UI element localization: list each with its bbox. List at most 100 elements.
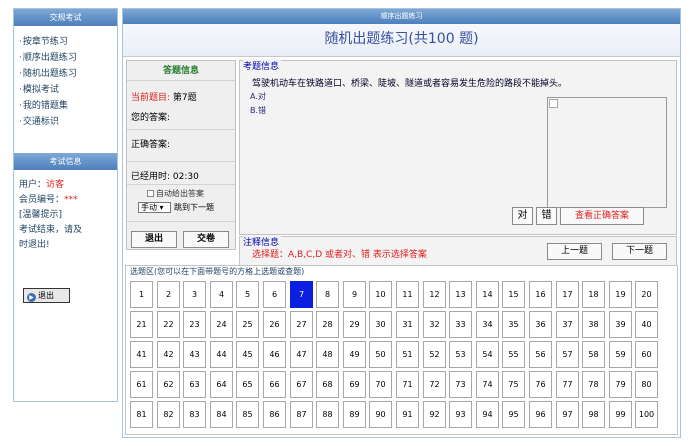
question-number-cell[interactable]: 35 xyxy=(502,311,525,338)
question-number-cell[interactable]: 6 xyxy=(263,281,286,308)
question-number-cell[interactable]: 17 xyxy=(556,281,579,308)
auto-answer-checkbox[interactable] xyxy=(147,190,154,197)
next-question-button[interactable]: 下一题 xyxy=(612,243,667,260)
question-number-cell[interactable]: 41 xyxy=(130,341,153,368)
question-number-cell[interactable]: 69 xyxy=(343,371,366,398)
question-number-cell[interactable]: 92 xyxy=(423,401,446,428)
question-number-cell[interactable]: 12 xyxy=(423,281,446,308)
question-number-cell[interactable]: 24 xyxy=(210,311,233,338)
question-number-cell[interactable]: 91 xyxy=(396,401,419,428)
question-number-cell[interactable]: 32 xyxy=(423,311,446,338)
question-number-cell[interactable]: 23 xyxy=(183,311,206,338)
submit-paper-button[interactable]: 交卷 xyxy=(183,231,229,248)
question-number-cell[interactable]: 40 xyxy=(635,311,658,338)
question-number-cell[interactable]: 27 xyxy=(290,311,313,338)
question-number-cell[interactable]: 48 xyxy=(316,341,339,368)
question-number-cell[interactable]: 95 xyxy=(502,401,525,428)
question-number-cell[interactable]: 80 xyxy=(635,371,658,398)
question-number-cell[interactable]: 85 xyxy=(236,401,259,428)
question-number-cell[interactable]: 52 xyxy=(423,341,446,368)
question-number-cell[interactable]: 94 xyxy=(476,401,499,428)
question-number-cell[interactable]: 70 xyxy=(369,371,392,398)
question-number-cell[interactable]: 15 xyxy=(502,281,525,308)
question-number-cell[interactable]: 56 xyxy=(529,341,552,368)
question-number-cell[interactable]: 78 xyxy=(582,371,605,398)
exit-button[interactable]: 退出 xyxy=(131,231,177,248)
question-number-cell[interactable]: 8 xyxy=(316,281,339,308)
question-number-cell[interactable]: 31 xyxy=(396,311,419,338)
question-number-cell[interactable]: 63 xyxy=(183,371,206,398)
answer-true-button[interactable]: 对 xyxy=(512,207,533,225)
question-number-cell[interactable]: 66 xyxy=(263,371,286,398)
question-number-cell[interactable]: 87 xyxy=(290,401,313,428)
jump-mode-select[interactable]: 手动 ▾ xyxy=(138,202,171,213)
question-number-cell[interactable]: 21 xyxy=(130,311,153,338)
question-number-cell[interactable]: 5 xyxy=(236,281,259,308)
question-number-cell[interactable]: 36 xyxy=(529,311,552,338)
question-number-cell[interactable]: 65 xyxy=(236,371,259,398)
question-number-cell[interactable]: 83 xyxy=(183,401,206,428)
auto-answer-option[interactable]: 自动给出答案 xyxy=(147,188,204,199)
show-correct-answer-button[interactable]: 查看正确答案 xyxy=(560,207,644,225)
nav-item-chapter-practice[interactable]: ·按章节练习 xyxy=(19,34,117,50)
question-number-cell[interactable]: 28 xyxy=(316,311,339,338)
question-number-cell[interactable]: 29 xyxy=(343,311,366,338)
question-number-cell[interactable]: 45 xyxy=(236,341,259,368)
question-number-cell[interactable]: 2 xyxy=(157,281,180,308)
question-number-cell[interactable]: 67 xyxy=(290,371,313,398)
nav-item-random-practice[interactable]: ·随机出题练习 xyxy=(19,66,117,82)
question-number-cell[interactable]: 3 xyxy=(183,281,206,308)
question-number-cell[interactable]: 58 xyxy=(582,341,605,368)
question-number-cell[interactable]: 50 xyxy=(369,341,392,368)
question-number-cell[interactable]: 38 xyxy=(582,311,605,338)
question-number-cell[interactable]: 53 xyxy=(449,341,472,368)
question-number-cell[interactable]: 20 xyxy=(635,281,658,308)
question-number-cell[interactable]: 11 xyxy=(396,281,419,308)
question-number-cell[interactable]: 100 xyxy=(635,401,658,428)
question-number-cell[interactable]: 57 xyxy=(556,341,579,368)
question-number-cell[interactable]: 81 xyxy=(130,401,153,428)
question-number-cell[interactable]: 73 xyxy=(449,371,472,398)
question-number-cell[interactable]: 19 xyxy=(609,281,632,308)
question-number-cell[interactable]: 89 xyxy=(343,401,366,428)
question-number-cell[interactable]: 13 xyxy=(449,281,472,308)
question-number-cell[interactable]: 88 xyxy=(316,401,339,428)
question-number-cell[interactable]: 62 xyxy=(157,371,180,398)
question-number-cell[interactable]: 47 xyxy=(290,341,313,368)
question-number-cell[interactable]: 22 xyxy=(157,311,180,338)
question-number-cell[interactable]: 39 xyxy=(609,311,632,338)
question-number-cell[interactable]: 10 xyxy=(369,281,392,308)
question-number-cell[interactable]: 42 xyxy=(157,341,180,368)
question-number-cell[interactable]: 77 xyxy=(556,371,579,398)
answer-false-button[interactable]: 错 xyxy=(536,207,557,225)
question-number-cell[interactable]: 46 xyxy=(263,341,286,368)
question-number-cell[interactable]: 86 xyxy=(263,401,286,428)
prev-question-button[interactable]: 上一题 xyxy=(547,243,602,260)
question-number-cell[interactable]: 1 xyxy=(130,281,153,308)
question-number-cell[interactable]: 76 xyxy=(529,371,552,398)
sidebar-exit-button[interactable]: ▶ 退出 xyxy=(23,288,70,303)
nav-item-sequential-practice[interactable]: ·顺序出题练习 xyxy=(19,50,117,66)
question-number-cell[interactable]: 33 xyxy=(449,311,472,338)
question-number-cell[interactable]: 82 xyxy=(157,401,180,428)
question-number-cell[interactable]: 61 xyxy=(130,371,153,398)
question-number-cell[interactable]: 30 xyxy=(369,311,392,338)
question-number-cell[interactable]: 25 xyxy=(236,311,259,338)
question-number-cell[interactable]: 55 xyxy=(502,341,525,368)
nav-item-mock-exam[interactable]: ·模拟考试 xyxy=(19,82,117,98)
question-number-cell[interactable]: 14 xyxy=(476,281,499,308)
question-number-cell[interactable]: 49 xyxy=(343,341,366,368)
question-number-cell[interactable]: 37 xyxy=(556,311,579,338)
question-number-cell[interactable]: 98 xyxy=(582,401,605,428)
question-number-cell[interactable]: 96 xyxy=(529,401,552,428)
question-number-cell[interactable]: 16 xyxy=(529,281,552,308)
question-number-cell[interactable]: 4 xyxy=(210,281,233,308)
question-number-cell[interactable]: 43 xyxy=(183,341,206,368)
question-number-cell[interactable]: 90 xyxy=(369,401,392,428)
question-number-cell[interactable]: 99 xyxy=(609,401,632,428)
question-number-cell[interactable]: 79 xyxy=(609,371,632,398)
question-number-cell[interactable]: 84 xyxy=(210,401,233,428)
question-number-cell[interactable]: 54 xyxy=(476,341,499,368)
question-number-cell[interactable]: 74 xyxy=(476,371,499,398)
question-number-cell[interactable]: 51 xyxy=(396,341,419,368)
